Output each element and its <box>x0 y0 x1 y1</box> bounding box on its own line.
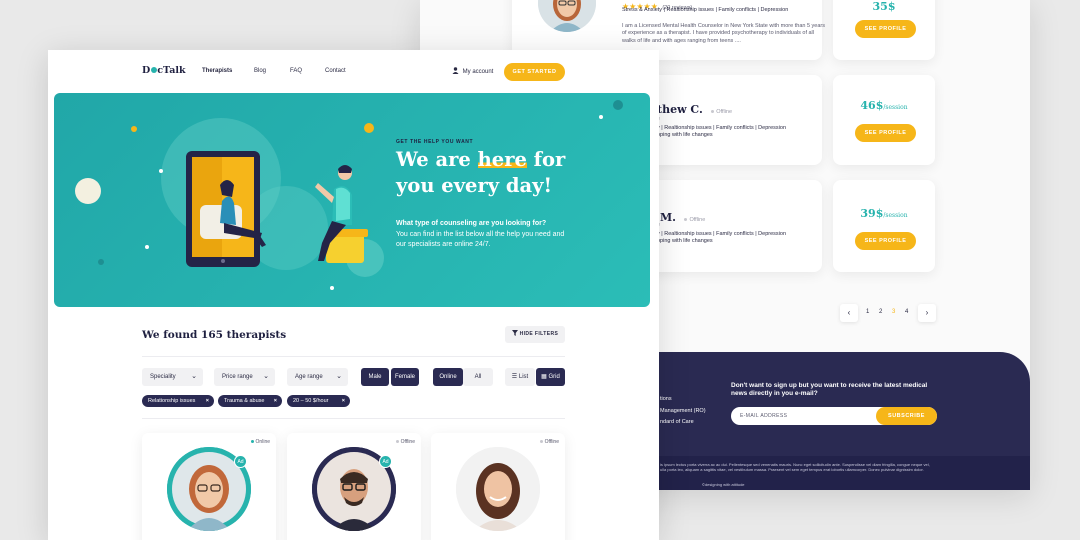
therapist-name: M. <box>660 211 677 224</box>
page-3-active[interactable]: 3 <box>892 309 895 315</box>
status-label: Online <box>250 439 270 445</box>
logo-dot-icon <box>150 67 157 73</box>
hero-headline: We are here for you every day! <box>396 148 566 197</box>
hide-filters-button[interactable]: HIDE FILTERS <box>505 326 565 343</box>
hero-illustration <box>75 100 623 290</box>
all-toggle[interactable]: All <box>463 368 493 386</box>
status-dot <box>395 440 399 444</box>
list-icon: ☰ <box>511 374 518 380</box>
ad-badge: Ad <box>234 455 247 468</box>
footer-link[interactable]: tions <box>660 394 706 406</box>
filter-chip[interactable]: Trauma & abuse × <box>218 395 282 407</box>
nav-therapists[interactable]: Therapists <box>202 68 232 74</box>
grid-view-toggle[interactable]: ▦ Grid <box>536 368 565 386</box>
age-range-select[interactable]: Age range ⌄ <box>287 368 348 386</box>
therapist-name-row: thew C. Offline <box>657 100 732 118</box>
divider <box>142 418 565 419</box>
chevron-down-icon: ⌄ <box>336 373 342 380</box>
subscribe-button[interactable]: SUBSCRIBE <box>876 407 937 425</box>
see-profile-button[interactable]: SEE PROFILE <box>855 124 916 142</box>
close-icon[interactable]: × <box>274 395 277 407</box>
speciality-tags: Stress & Anxiety | Realtionship issues |… <box>622 7 789 13</box>
status-label: Offline <box>539 439 559 445</box>
hero-description: You can find in the list below all the h… <box>396 231 565 248</box>
newsletter-title: Don't want to sign up but you want to re… <box>731 382 928 398</box>
therapist-avatar <box>538 0 596 32</box>
my-account-link[interactable]: My account <box>452 67 493 75</box>
highlight-word: here <box>477 148 527 171</box>
credit-text: ©designing with attitude <box>702 482 745 487</box>
online-toggle[interactable]: Online <box>433 368 463 386</box>
therapist-bio: I am a Licensed Mental Health Counselor … <box>622 23 825 44</box>
therapist-photo <box>456 447 540 531</box>
page-4[interactable]: 4 <box>905 309 908 315</box>
nav-blog[interactable]: Blog <box>254 68 266 74</box>
price: 46$/session <box>860 99 908 112</box>
therapist-name-row: M. Offline <box>660 208 705 226</box>
page-2[interactable]: 2 <box>879 309 882 315</box>
gender-male-toggle[interactable]: Male <box>361 368 389 386</box>
price: 35$ <box>872 0 896 13</box>
pagination-next-button[interactable]: › <box>918 304 936 322</box>
status-dot <box>711 110 715 114</box>
see-profile-button[interactable]: SEE PROFILE <box>855 232 916 250</box>
list-view-toggle[interactable]: ☰ List <box>505 368 535 386</box>
therapist-name: thew C. <box>657 103 703 116</box>
email-input[interactable]: E-MAIL ADDRESS <box>740 413 787 419</box>
therapist-card[interactable]: Offline <box>431 433 565 540</box>
ad-badge: Ad <box>379 455 392 468</box>
therapist-card[interactable]: Online Ad <box>142 433 276 540</box>
speciality-tags-2: oping with life changes <box>657 238 713 244</box>
status-dot <box>684 218 688 222</box>
speciality-tags-2: oping with life changes <box>657 132 713 138</box>
close-icon[interactable]: × <box>206 395 209 407</box>
legal-text: is ipsum lectus porta viverra ac ac dui.… <box>660 462 930 473</box>
price-card: 46$/session SEE PROFILE <box>833 75 935 165</box>
get-started-button[interactable]: GET STARTED <box>504 63 565 81</box>
hero-banner: GET THE HELP YOU WANT We are here for yo… <box>54 93 650 307</box>
page-1[interactable]: 1 <box>866 309 869 315</box>
footer-link[interactable]: ndard of Care <box>660 417 706 429</box>
price-card: 35$ SEE PROFILE <box>833 0 935 60</box>
footer-link[interactable]: Management (RO) <box>660 406 706 418</box>
divider <box>142 356 565 357</box>
filter-chip[interactable]: Relationship issues × <box>142 395 214 407</box>
status-label: Offline <box>711 109 732 115</box>
speciality-select[interactable]: Speciality ⌄ <box>142 368 203 386</box>
chevron-down-icon: ⌄ <box>191 373 197 380</box>
user-icon <box>452 67 459 74</box>
gender-female-toggle[interactable]: Female <box>391 368 419 386</box>
filter-icon <box>511 330 518 336</box>
filter-chip[interactable]: 20 – 50 $/hour × <box>287 395 350 407</box>
results-title: We found 165 therapists <box>142 329 287 341</box>
status-dot <box>539 440 543 444</box>
pagination-prev-button[interactable]: ‹ <box>840 304 858 322</box>
logo[interactable]: DcTalk <box>142 65 186 76</box>
nav-faq[interactable]: FAQ <box>290 68 302 74</box>
price-card: 39$/session SEE PROFILE <box>833 180 935 272</box>
grid-icon: ▦ <box>541 374 547 380</box>
hero-eyebrow: GET THE HELP YOU WANT <box>396 139 474 145</box>
footer-links: tions Management (RO) ndard of Care <box>660 394 706 429</box>
price-range-select[interactable]: Price range ⌄ <box>214 368 275 386</box>
nav-contact[interactable]: Contact <box>325 68 346 74</box>
hero-question: What type of counseling are you looking … <box>396 220 547 227</box>
status-label: Offline <box>395 439 415 445</box>
status-dot <box>250 440 254 444</box>
therapist-card[interactable]: Offline Ad <box>287 433 421 540</box>
newsletter-form: E-MAIL ADDRESS SUBSCRIBE <box>731 407 937 425</box>
chevron-down-icon: ⌄ <box>263 373 269 380</box>
status-label: Offline <box>684 217 705 223</box>
see-profile-button[interactable]: SEE PROFILE <box>855 20 916 38</box>
price: 39$/session <box>860 207 908 220</box>
main-page: DcTalk Therapists Blog FAQ Contact My ac… <box>48 50 659 540</box>
close-icon[interactable]: × <box>342 395 345 407</box>
